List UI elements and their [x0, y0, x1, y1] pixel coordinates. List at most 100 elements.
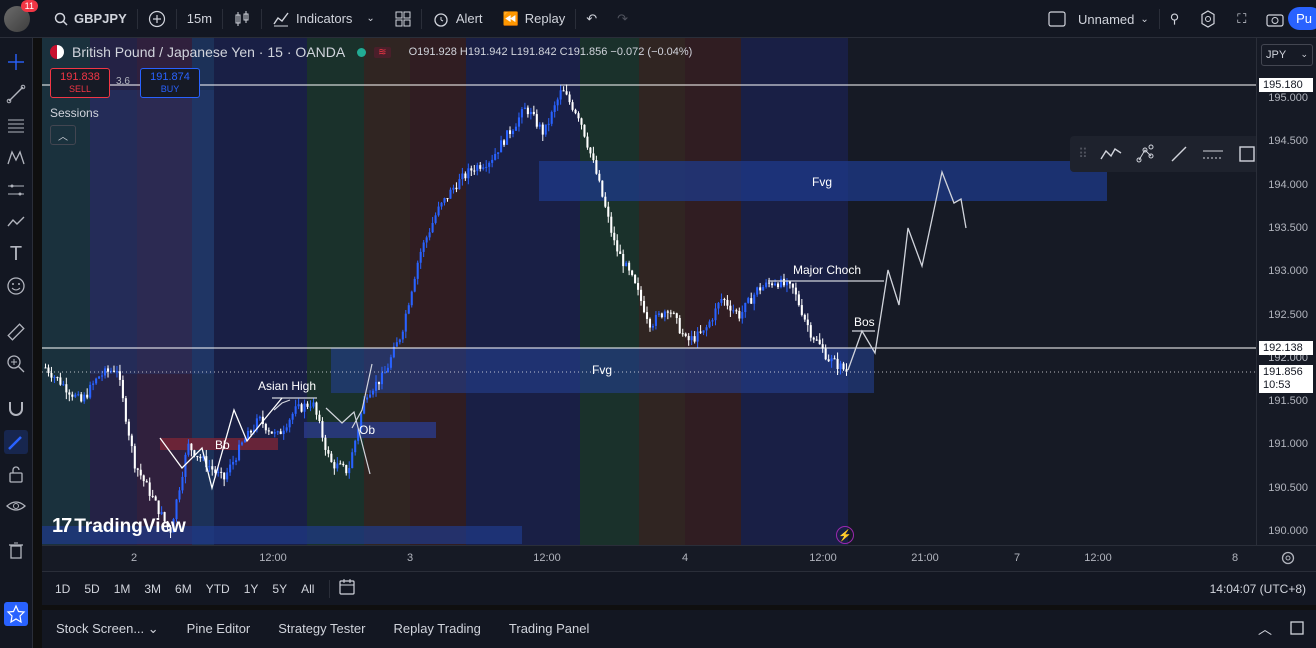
- text-tool[interactable]: T: [4, 242, 28, 266]
- sessions-indicator-label[interactable]: Sessions: [50, 106, 99, 120]
- candle-body: [726, 299, 729, 306]
- candle-body: [279, 431, 282, 435]
- tab-stock-screen-[interactable]: Stock Screen... ⌄: [42, 621, 173, 637]
- crosshair-tool[interactable]: [4, 50, 28, 74]
- candle-body: [648, 318, 652, 328]
- sell-button[interactable]: 191.838 SELL: [50, 68, 110, 98]
- brush-tool[interactable]: [4, 210, 28, 234]
- delete-tool[interactable]: [4, 538, 28, 562]
- candle-body: [44, 367, 47, 369]
- tab-strategy-tester[interactable]: Strategy Tester: [264, 621, 379, 637]
- node-tool[interactable]: [1134, 143, 1156, 165]
- fib-tool[interactable]: [4, 114, 28, 138]
- candle-body: [708, 321, 711, 328]
- quick-search-button[interactable]: ⚲: [1160, 0, 1190, 38]
- replay-button[interactable]: ⏪ Replay: [493, 0, 576, 38]
- candle-body: [470, 168, 473, 171]
- layout-name-button[interactable]: Unnamed ⌄: [1038, 0, 1159, 38]
- range-1m[interactable]: 1M: [107, 582, 138, 596]
- ohlc-values: O191.928 H191.942 L191.842 C191.856 −0.0…: [408, 46, 693, 58]
- candle-body: [187, 443, 190, 455]
- candle-body: [744, 302, 747, 313]
- session-band: [307, 38, 364, 545]
- tab-replay-trading[interactable]: Replay Trading: [379, 621, 494, 637]
- line-tool[interactable]: [1168, 143, 1190, 165]
- emoji-tool[interactable]: [4, 274, 28, 298]
- measure-tool[interactable]: [4, 320, 28, 344]
- candle-body: [404, 313, 407, 332]
- candle-body: [503, 140, 506, 145]
- range-5d[interactable]: 5D: [77, 582, 106, 596]
- spread-value: 3.6: [116, 76, 130, 87]
- lightning-icon[interactable]: ⚡: [836, 526, 854, 544]
- collapse-panel-button[interactable]: ︿: [1258, 619, 1272, 639]
- maximize-panel-button[interactable]: [1290, 620, 1304, 638]
- candle-body: [50, 373, 53, 378]
- buy-button[interactable]: 191.874 BUY: [140, 68, 200, 98]
- candle-body: [389, 357, 392, 368]
- stay-drawing-tool[interactable]: [4, 430, 28, 454]
- lock-tool[interactable]: [4, 462, 28, 486]
- alert-button[interactable]: Alert: [422, 0, 493, 38]
- candle-body: [369, 394, 372, 398]
- range-ytd[interactable]: YTD: [199, 582, 237, 596]
- price-axis[interactable]: JPY ⌄ 195.000 194.500 194.000 193.500 193.00…: [1256, 38, 1316, 545]
- market-open-icon: [357, 47, 367, 57]
- indicators-button[interactable]: Indicators ⌄: [262, 0, 385, 38]
- interval-button[interactable]: 15m: [177, 0, 222, 38]
- redo-button[interactable]: ↷: [607, 0, 638, 38]
- favorites-tool[interactable]: [4, 602, 28, 626]
- fullscreen-button[interactable]: ⛶: [1227, 0, 1256, 38]
- candle-body: [151, 495, 154, 497]
- chart-type-button[interactable]: [223, 0, 261, 38]
- range-3m[interactable]: 3M: [137, 582, 168, 596]
- zoom-tool[interactable]: [4, 352, 28, 376]
- settings-button[interactable]: [1189, 0, 1227, 38]
- price-tick: 195.000: [1268, 92, 1308, 104]
- layout-name: Unnamed: [1078, 11, 1135, 27]
- rectangle-tool[interactable]: [1236, 143, 1258, 165]
- range-1y[interactable]: 1Y: [237, 582, 266, 596]
- candle-body: [425, 237, 428, 243]
- range-all[interactable]: All: [294, 582, 321, 596]
- tab-trading-panel[interactable]: Trading Panel: [495, 621, 603, 637]
- candle-body: [595, 160, 598, 174]
- clock-timezone[interactable]: 14:04:07 (UTC+8): [1210, 582, 1306, 596]
- candle-body: [380, 372, 384, 385]
- drag-handle-icon[interactable]: ⠿: [1078, 143, 1088, 165]
- magnet-tool[interactable]: [4, 396, 28, 420]
- legend-title[interactable]: British Pound / Japanese Yen · 15 · OAND…: [72, 44, 345, 60]
- trendline-tool[interactable]: [4, 82, 28, 106]
- chart-pane[interactable]: Fvg Fvg Major Choch Bos Asian High Ob Bb…: [42, 38, 1256, 545]
- range-1d[interactable]: 1D: [48, 582, 77, 596]
- symbol-search[interactable]: GBPJPY: [44, 0, 137, 38]
- candle-body: [377, 381, 381, 385]
- layouts-button[interactable]: [385, 0, 421, 38]
- tab-pine-editor[interactable]: Pine Editor: [173, 621, 265, 637]
- forecast-tool[interactable]: [4, 178, 28, 202]
- parallel-channel-tool[interactable]: [1202, 143, 1224, 165]
- candle-body: [601, 180, 604, 197]
- candle-body: [136, 468, 139, 470]
- range-5y[interactable]: 5Y: [265, 582, 294, 596]
- currency-select[interactable]: JPY ⌄: [1261, 44, 1313, 66]
- compare-button[interactable]: [138, 0, 176, 38]
- candle-body: [461, 173, 464, 180]
- time-axis[interactable]: 2 12:00 3 12:00 4 12:00 21:00 7 12:00 8: [42, 545, 1316, 571]
- candle-body: [235, 460, 238, 462]
- undo-button[interactable]: ↶: [576, 0, 607, 38]
- user-avatar[interactable]: 11: [4, 0, 38, 32]
- go-to-date-button[interactable]: [338, 578, 356, 599]
- chart-legend: British Pound / Japanese Yen · 15 · OAND…: [50, 44, 692, 60]
- visibility-tool[interactable]: [4, 494, 28, 518]
- publish-button[interactable]: Pu: [1288, 7, 1316, 30]
- range-6m[interactable]: 6M: [168, 582, 199, 596]
- path-tool[interactable]: [1100, 143, 1122, 165]
- axis-settings-button[interactable]: [1280, 550, 1296, 569]
- candle-body: [794, 287, 797, 295]
- candle-body: [583, 124, 586, 137]
- candle-body: [142, 475, 145, 482]
- time-tick: 12:00: [809, 552, 837, 564]
- pattern-tool[interactable]: [4, 146, 28, 170]
- collapse-legend-button[interactable]: ︿: [50, 125, 76, 145]
